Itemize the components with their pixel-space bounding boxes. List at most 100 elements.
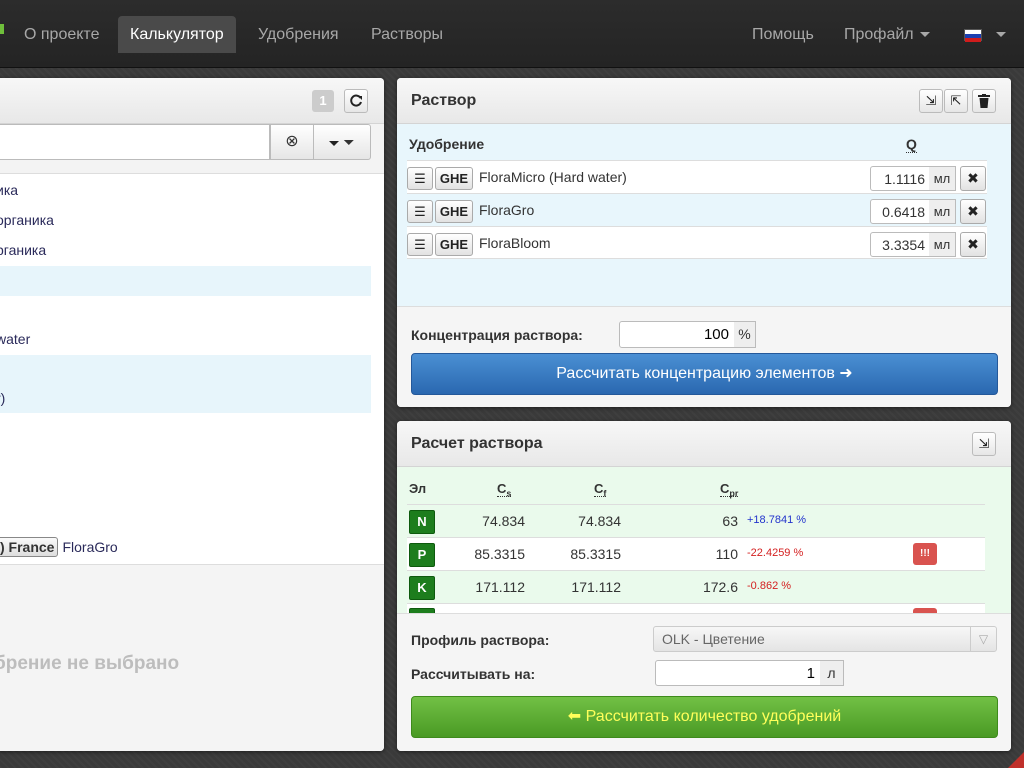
table-row: ☰ GHE FloraMicro (Hard water) мл ✖: [407, 160, 987, 193]
col-header-cpr: Cpr: [720, 481, 739, 499]
list-item[interactable]: [0, 355, 371, 385]
list-item[interactable]: ) France FloraGro: [0, 532, 371, 562]
brand-tag[interactable]: GHE: [435, 233, 473, 256]
list-item[interactable]: r): [0, 383, 371, 413]
deviation-percent: +18.7841 %: [747, 514, 807, 526]
filter-dropdown-button[interactable]: ⏷: [313, 124, 371, 160]
col-header-cs: Cs: [497, 481, 512, 499]
clear-search-button[interactable]: ⊗: [270, 124, 314, 160]
table-row: ☰ GHE FloraBloom мл ✖: [407, 226, 987, 259]
concentration-unit: %: [734, 321, 756, 348]
details-button[interactable]: ☰: [407, 200, 433, 223]
remove-button[interactable]: ✖: [960, 232, 986, 257]
nav-profile[interactable]: Профайл: [832, 16, 942, 53]
chevron-down-icon: [996, 32, 1006, 38]
list-item[interactable]: органика: [0, 205, 371, 235]
list-item[interactable]: [0, 473, 371, 503]
cpr-value: 110: [715, 546, 738, 562]
cf-value: 85.3315: [570, 546, 621, 562]
brand-tag[interactable]: ) France: [0, 537, 59, 557]
concentration-label: Концентрация раствора:: [411, 327, 583, 343]
volume-input[interactable]: [655, 660, 821, 686]
col-header-cf-text: C: [594, 481, 604, 496]
list-item[interactable]: water: [0, 324, 371, 354]
remove-button[interactable]: ✖: [960, 199, 986, 224]
panel-header: 1: [0, 78, 384, 124]
table-row: K 171.112 171.112 172.6 -0.862 %: [407, 570, 985, 603]
unit-label: мл: [929, 232, 956, 257]
warning-badge[interactable]: !!!: [913, 543, 937, 565]
list-item-label: FloraGro: [62, 539, 118, 555]
cf-value: 171.112: [571, 579, 621, 595]
nav-about[interactable]: О проекте: [12, 16, 111, 53]
list-icon: ☰: [414, 237, 426, 252]
refresh-button[interactable]: [344, 89, 368, 113]
filter-icon: ⏷: [343, 134, 355, 150]
liters-label: Рассчитывать на:: [411, 666, 536, 682]
unit-label: мл: [929, 199, 956, 224]
details-button[interactable]: ☰: [407, 233, 433, 256]
nav-help[interactable]: Помощь: [740, 16, 826, 53]
search-bar: ⊗ ⏷: [0, 124, 384, 174]
col-header-cs-text: C: [497, 481, 507, 496]
fertilizer-name: FloraBloom: [479, 235, 551, 251]
calculate-fertilizers-button[interactable]: ⬅ Рассчитать количество удобрений: [411, 696, 998, 738]
list-item[interactable]: [0, 296, 371, 326]
cpr-value: 172.6: [702, 579, 738, 595]
fertilizer-list-panel: 1 ⊗ ⏷ ика органика рганика water r) ) ) …: [0, 78, 384, 751]
import-icon: ⇲: [925, 93, 937, 108]
deviation-percent: -22.4259 %: [747, 547, 804, 559]
panel-header: Раствор ⇲ ⇱: [397, 78, 1011, 124]
amount-input[interactable]: [870, 199, 930, 224]
concentration-input[interactable]: [619, 321, 735, 348]
corner-ribbon: [1008, 752, 1024, 768]
col-header-cs-sub: s: [506, 488, 512, 499]
nav-calculator[interactable]: Калькулятор: [118, 16, 236, 53]
element-table: Эл Cs Cf Cpr N 74.834 74.834 63 +18.7841…: [397, 467, 1011, 613]
trash-icon: [978, 94, 990, 108]
col-header-cf: Cf: [594, 481, 607, 499]
element-badge[interactable]: K: [409, 576, 435, 600]
cs-value: 85.3315: [474, 546, 525, 562]
unit-label: мл: [929, 166, 956, 191]
profile-select[interactable]: OLK - Цветение ▽: [653, 626, 997, 652]
nav-fertilizers[interactable]: Удобрения: [246, 16, 351, 53]
element-badge[interactable]: N: [409, 510, 435, 534]
calculate-concentration-button[interactable]: Рассчитать концентрацию элементов ➜: [411, 353, 998, 395]
deviation-percent: -0.862 %: [747, 580, 792, 592]
list-item[interactable]: ика: [0, 175, 371, 205]
element-badge[interactable]: P: [409, 543, 435, 567]
amount-input[interactable]: [870, 166, 930, 191]
brand-tag[interactable]: GHE: [435, 167, 473, 190]
table-row: N 74.834 74.834 63 +18.7841 %: [407, 504, 985, 537]
solution-panel: Раствор ⇲ ⇱ Удобрение Q ☰ GHE FloraMicro…: [397, 78, 1011, 407]
list-icon: ☰: [414, 204, 426, 219]
details-button[interactable]: ☰: [407, 167, 433, 190]
nav-solutions[interactable]: Растворы: [359, 16, 455, 53]
search-input[interactable]: [0, 124, 270, 160]
list-item[interactable]: ): [0, 413, 371, 443]
brand-tag[interactable]: GHE: [435, 200, 473, 223]
clear-circle-icon: ⊗: [285, 133, 299, 150]
import-button[interactable]: ⇲: [972, 432, 996, 456]
import-button[interactable]: ⇲: [919, 89, 943, 113]
import-icon: ⇲: [978, 436, 990, 451]
cs-value: 74.834: [482, 513, 525, 529]
cpr-value: 63: [722, 513, 738, 529]
list-item[interactable]: рганика: [0, 235, 371, 265]
col-header-cf-sub: f: [603, 488, 607, 499]
remove-button[interactable]: ✖: [960, 166, 986, 191]
cs-value: 171.112: [475, 579, 525, 595]
delete-solution-button[interactable]: [972, 89, 996, 113]
col-header-element: Эл: [409, 481, 427, 496]
export-button[interactable]: ⇱: [944, 89, 968, 113]
language-menu[interactable]: [952, 16, 1018, 53]
list-item[interactable]: [0, 443, 371, 473]
chevron-down-icon: [329, 141, 340, 147]
amount-input[interactable]: [870, 232, 930, 257]
list-item[interactable]: [0, 503, 371, 533]
fertilizer-detail-area: брение не выбрано: [0, 564, 384, 751]
list-item[interactable]: [0, 266, 371, 296]
volume-unit: л: [820, 660, 844, 686]
table-row: [407, 603, 985, 613]
